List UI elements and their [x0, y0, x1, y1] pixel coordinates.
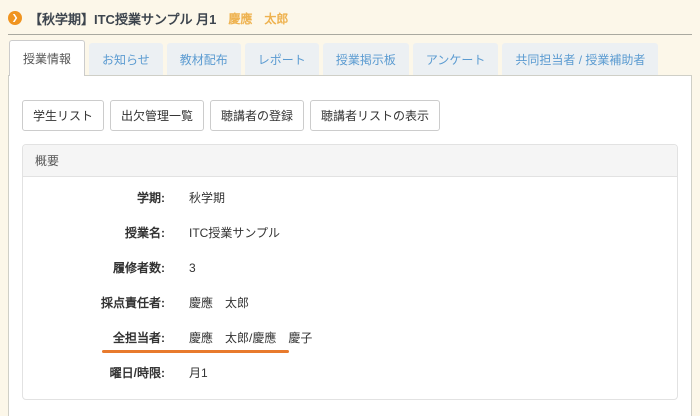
tab-survey[interactable]: アンケート	[413, 43, 499, 75]
field-label: 曜日/時限:	[23, 363, 165, 383]
field-value: 月1	[189, 363, 208, 383]
field-value: 慶應 太郎/慶應 慶子	[189, 328, 312, 348]
tab-reports[interactable]: レポート	[245, 43, 319, 75]
overview-card: 概要 学期: 秋学期 授業名: ITC授業サンプル 履修者数: 3 採点責任者:…	[22, 144, 678, 400]
page-title: 【秋学期】ITC授業サンプル 月1	[29, 9, 216, 28]
auditor-registration-button[interactable]: 聴講者の登録	[210, 100, 304, 131]
tab-course-info[interactable]: 授業情報	[9, 40, 85, 76]
tab-co-instructors[interactable]: 共同担当者 / 授業補助者	[502, 43, 658, 75]
field-value: 秋学期	[189, 188, 225, 208]
overview-card-body: 学期: 秋学期 授業名: ITC授業サンプル 履修者数: 3 採点責任者: 慶應…	[23, 177, 677, 399]
student-list-button[interactable]: 学生リスト	[22, 100, 104, 131]
tab-bar: 授業情報 お知らせ 教材配布 レポート 授業掲示板 アンケート 共同担当者 / …	[9, 40, 692, 75]
field-label: 授業名:	[23, 223, 165, 243]
field-label: 学期:	[23, 188, 165, 208]
field-label: 履修者数:	[23, 258, 165, 278]
field-row-day-period: 曜日/時限: 月1	[23, 363, 677, 383]
tab-course-board[interactable]: 授業掲示板	[323, 43, 409, 75]
annotation-underline	[102, 350, 289, 353]
page-header: ❯ 【秋学期】ITC授業サンプル 月1 慶應 太郎	[0, 0, 700, 28]
field-value: 3	[189, 258, 196, 278]
field-row-all-instructors: 全担当者: 慶應 太郎/慶應 慶子	[23, 328, 677, 348]
header-divider	[8, 34, 692, 35]
field-label: 全担当者:	[23, 328, 165, 348]
overview-card-title: 概要	[23, 145, 677, 177]
user-name: 慶應 太郎	[228, 10, 288, 27]
field-value: 慶應 太郎	[189, 293, 249, 313]
attendance-management-button[interactable]: 出欠管理一覧	[110, 100, 204, 131]
field-value: ITC授業サンプル	[189, 223, 280, 243]
field-row-enrolled-count: 履修者数: 3	[23, 258, 677, 278]
tab-announcements[interactable]: お知らせ	[89, 43, 163, 75]
field-row-semester: 学期: 秋学期	[23, 188, 677, 208]
main-panel: 学生リスト 出欠管理一覧 聴講者の登録 聴講者リストの表示 概要 学期: 秋学期…	[8, 75, 692, 416]
field-label: 採点責任者:	[23, 293, 165, 313]
tab-materials[interactable]: 教材配布	[167, 43, 241, 75]
field-row-grading-supervisor: 採点責任者: 慶應 太郎	[23, 293, 677, 313]
toolbar: 学生リスト 出欠管理一覧 聴講者の登録 聴講者リストの表示	[9, 76, 691, 131]
chevron-right-icon: ❯	[8, 11, 22, 25]
auditor-list-button[interactable]: 聴講者リストの表示	[310, 100, 440, 131]
field-row-course-name: 授業名: ITC授業サンプル	[23, 223, 677, 243]
